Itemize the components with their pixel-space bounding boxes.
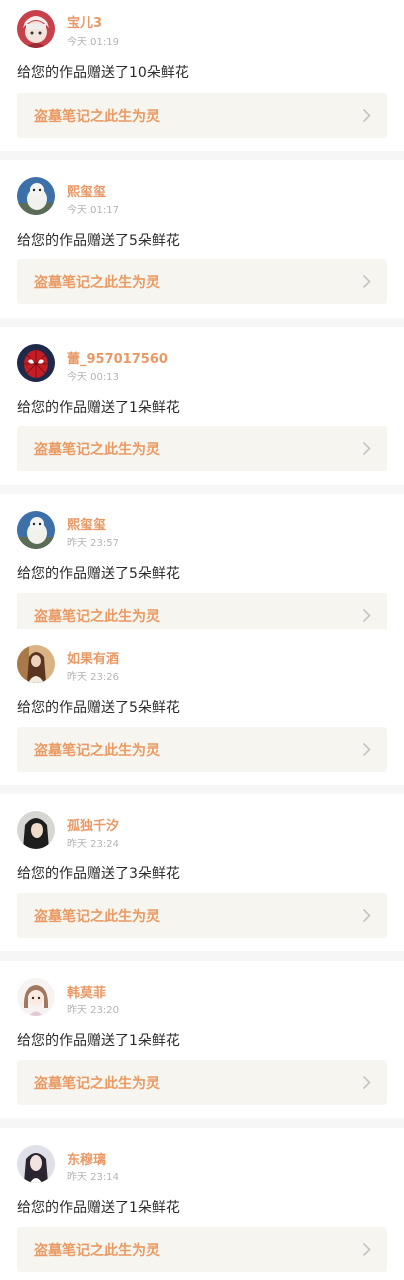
username[interactable]: 孤独千汐 — [67, 815, 119, 834]
notification-card: 宝儿3 今天 01:19 给您的作品赠送了10朵鲜花 盗墓笔记之此生为灵 — [0, 0, 404, 151]
timestamp: 今天 00:13 — [67, 372, 119, 383]
cartoon-girl-avatar-icon — [17, 978, 55, 1016]
avatar[interactable] — [17, 344, 55, 382]
work-link[interactable]: 盗墓笔记之此生为灵 — [17, 893, 387, 938]
notification-card: 熙玺玺 今天 01:17 给您的作品赠送了5朵鲜花 盗墓笔记之此生为灵 — [0, 160, 404, 318]
notification-card: 韩莫菲 昨天 23:20 给您的作品赠送了1朵鲜花 盗墓笔记之此生为灵 — [0, 961, 404, 1118]
chevron-right-icon — [362, 1242, 371, 1257]
username[interactable]: 蕾_957017560 — [67, 348, 168, 367]
work-link[interactable]: 盗墓笔记之此生为灵 — [17, 1060, 387, 1105]
anime-girl-red-avatar-icon — [17, 10, 55, 48]
gift-message: 给您的作品赠送了1朵鲜花 — [17, 400, 180, 416]
work-link[interactable]: 盗墓笔记之此生为灵 — [17, 727, 387, 772]
work-link[interactable]: 盗墓笔记之此生为灵 — [17, 426, 387, 471]
gift-message: 给您的作品赠送了5朵鲜花 — [17, 700, 180, 716]
avatar[interactable] — [17, 1145, 55, 1183]
work-title: 盗墓笔记之此生为灵 — [34, 609, 160, 625]
white-dog-avatar-icon — [17, 177, 55, 215]
timestamp: 昨天 23:14 — [67, 1172, 119, 1183]
work-title: 盗墓笔记之此生为灵 — [34, 275, 160, 291]
chevron-right-icon — [362, 108, 371, 123]
username[interactable]: 宝儿3 — [67, 12, 102, 31]
work-title: 盗墓笔记之此生为灵 — [34, 1076, 160, 1092]
work-title: 盗墓笔记之此生为灵 — [34, 1243, 160, 1259]
timestamp: 昨天 23:20 — [67, 1005, 119, 1016]
timestamp: 昨天 23:57 — [67, 538, 119, 549]
gift-message: 给您的作品赠送了3朵鲜花 — [17, 866, 180, 882]
username[interactable]: 东穆璃 — [67, 1149, 106, 1168]
timestamp: 昨天 23:26 — [67, 672, 119, 683]
girl-dark-hair-avatar-icon — [17, 811, 55, 849]
notification-card: 熙玺玺 昨天 23:57 给您的作品赠送了5朵鲜花 盗墓笔记之此生为灵 — [0, 494, 404, 638]
timestamp: 今天 01:17 — [67, 205, 119, 216]
work-link[interactable]: 盗墓笔记之此生为灵 — [17, 1227, 387, 1272]
girl-photo-avatar-icon — [17, 645, 55, 683]
avatar[interactable] — [17, 645, 55, 683]
work-title: 盗墓笔记之此生为灵 — [34, 442, 160, 458]
chevron-right-icon — [362, 1075, 371, 1090]
gift-message: 给您的作品赠送了5朵鲜花 — [17, 566, 180, 582]
timestamp: 昨天 23:24 — [67, 839, 119, 850]
girl-portrait-avatar-icon — [17, 1145, 55, 1183]
chevron-right-icon — [362, 441, 371, 456]
timestamp: 今天 01:19 — [67, 37, 119, 48]
work-link[interactable]: 盗墓笔记之此生为灵 — [17, 259, 387, 304]
chevron-right-icon — [362, 608, 371, 623]
notification-card: 蕾_957017560 今天 00:13 给您的作品赠送了1朵鲜花 盗墓笔记之此… — [0, 327, 404, 485]
gift-message: 给您的作品赠送了1朵鲜花 — [17, 1200, 180, 1216]
chevron-right-icon — [362, 742, 371, 757]
username[interactable]: 熙玺玺 — [67, 181, 106, 200]
work-link[interactable]: 盗墓笔记之此生为灵 — [17, 93, 387, 138]
spiderman-avatar-icon — [17, 344, 55, 382]
white-dog-avatar-icon — [17, 511, 55, 549]
avatar[interactable] — [17, 978, 55, 1016]
gift-message: 给您的作品赠送了5朵鲜花 — [17, 233, 180, 249]
notification-card: 孤独千汐 昨天 23:24 给您的作品赠送了3朵鲜花 盗墓笔记之此生为灵 — [0, 794, 404, 951]
work-title: 盗墓笔记之此生为灵 — [34, 909, 160, 925]
avatar[interactable] — [17, 177, 55, 215]
avatar[interactable] — [17, 10, 55, 48]
gift-message: 给您的作品赠送了1朵鲜花 — [17, 1033, 180, 1049]
username[interactable]: 熙玺玺 — [67, 514, 106, 533]
username[interactable]: 韩莫菲 — [67, 982, 106, 1001]
chevron-right-icon — [362, 274, 371, 289]
notification-card: 如果有酒 昨天 23:26 给您的作品赠送了5朵鲜花 盗墓笔记之此生为灵 — [0, 629, 404, 785]
avatar[interactable] — [17, 811, 55, 849]
username[interactable]: 如果有酒 — [67, 648, 119, 667]
avatar[interactable] — [17, 511, 55, 549]
gift-message: 给您的作品赠送了10朵鲜花 — [17, 65, 189, 81]
work-title: 盗墓笔记之此生为灵 — [34, 109, 160, 125]
chevron-right-icon — [362, 908, 371, 923]
notification-card: 东穆璃 昨天 23:14 给您的作品赠送了1朵鲜花 盗墓笔记之此生为灵 — [0, 1128, 404, 1280]
work-title: 盗墓笔记之此生为灵 — [34, 743, 160, 759]
